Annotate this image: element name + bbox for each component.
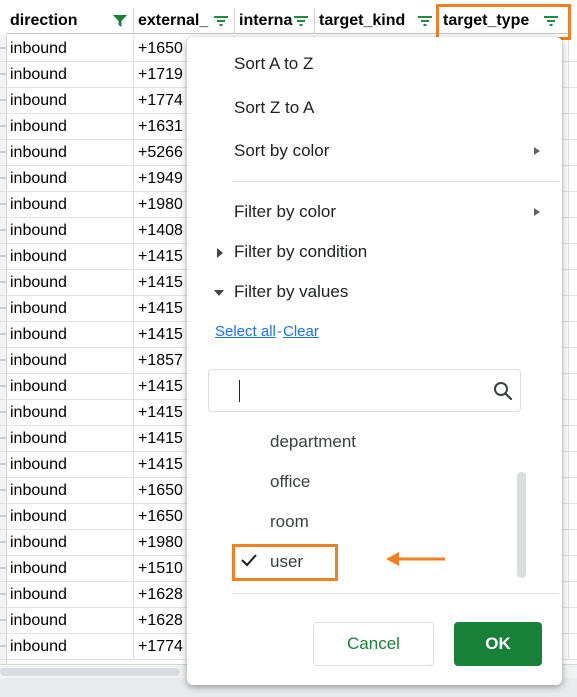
row-marker: [0, 489, 6, 491]
menu-item-sort-by-color[interactable]: Sort by color: [234, 141, 329, 161]
table-cell[interactable]: inbound: [6, 114, 134, 140]
table-cell[interactable]: inbound: [6, 556, 134, 582]
table-cell[interactable]: inbound: [6, 244, 134, 270]
scrollbar-thumb[interactable]: [0, 668, 180, 676]
menu-item-filter-by-color[interactable]: Filter by color: [234, 202, 336, 222]
menu-divider: [232, 181, 559, 182]
column-header-label: target_kind: [319, 12, 406, 29]
column-header-direction[interactable]: direction: [6, 8, 134, 34]
row-marker: [0, 359, 6, 361]
menu-divider: [232, 593, 559, 594]
row-marker: [0, 255, 6, 257]
search-icon: [494, 382, 513, 401]
table-cell[interactable]: inbound: [6, 166, 134, 192]
table-cell[interactable]: inbound: [6, 582, 134, 608]
menu-item-filter-by-values[interactable]: Filter by values: [234, 282, 348, 302]
table-cell[interactable]: inbound: [6, 608, 134, 634]
text-cursor: [239, 380, 240, 402]
row-marker: [0, 177, 6, 179]
search-input[interactable]: [208, 369, 521, 412]
row-marker: [0, 47, 6, 49]
row-marker: [0, 515, 6, 517]
chevron-right-icon: [534, 208, 540, 216]
row-marker: [0, 99, 6, 101]
table-cell[interactable]: inbound: [6, 348, 134, 374]
clear-link[interactable]: Clear: [283, 323, 319, 340]
row-marker: [0, 541, 6, 543]
triangle-down-icon[interactable]: [214, 290, 224, 296]
column-header-label: interna: [239, 12, 293, 29]
table-cell[interactable]: inbound: [6, 452, 134, 478]
row-marker: [0, 281, 6, 283]
table-cell[interactable]: inbound: [6, 504, 134, 530]
row-marker: [0, 437, 6, 439]
table-cell[interactable]: inbound: [6, 374, 134, 400]
table-cell[interactable]: inbound: [6, 270, 134, 296]
row-marker: [0, 411, 6, 413]
table-cell[interactable]: inbound: [6, 530, 134, 556]
row-marker: [0, 203, 6, 205]
table-cell[interactable]: inbound: [6, 62, 134, 88]
column-header-target-kind[interactable]: target_kind: [315, 8, 439, 34]
table-cell[interactable]: inbound: [6, 140, 134, 166]
row-marker: [0, 229, 6, 231]
filter-active-icon[interactable]: [113, 15, 127, 27]
table-cell[interactable]: inbound: [6, 192, 134, 218]
value-option-room[interactable]: room: [270, 512, 309, 532]
menu-item-filter-by-condition[interactable]: Filter by condition: [234, 242, 367, 262]
value-option-department[interactable]: department: [270, 432, 356, 452]
column-header-label: direction: [10, 12, 78, 29]
row-marker: [0, 567, 6, 569]
row-marker: [0, 645, 6, 647]
row-marker: [0, 593, 6, 595]
row-marker: [0, 333, 6, 335]
filter-menu: Sort A to Z Sort Z to A Sort by color Fi…: [187, 37, 562, 685]
column-header-label: external_: [138, 12, 209, 29]
value-option-office[interactable]: office: [270, 472, 310, 492]
triangle-right-icon[interactable]: [217, 248, 223, 258]
row-marker: [0, 125, 6, 127]
column-header-external[interactable]: external_: [134, 8, 235, 34]
table-cell[interactable]: inbound: [6, 634, 134, 660]
row-marker: [0, 619, 6, 621]
row-marker: [0, 307, 6, 309]
menu-item-sort-az[interactable]: Sort A to Z: [234, 54, 313, 74]
row-marker: [0, 73, 6, 75]
table-cell[interactable]: inbound: [6, 426, 134, 452]
select-all-link[interactable]: Select all: [215, 323, 276, 340]
chevron-right-icon: [534, 147, 540, 155]
row-marker: [0, 385, 6, 387]
table-cell[interactable]: inbound: [6, 218, 134, 244]
table-cell[interactable]: inbound: [6, 322, 134, 348]
link-separator: -: [277, 323, 282, 340]
table-cell[interactable]: inbound: [6, 88, 134, 114]
filter-icon[interactable]: [214, 15, 228, 27]
row-marker: [0, 151, 6, 153]
table-cell[interactable]: inbound: [6, 36, 134, 62]
column-header-internal[interactable]: interna: [235, 8, 315, 34]
menu-item-sort-za[interactable]: Sort Z to A: [234, 98, 314, 118]
table-cell[interactable]: inbound: [6, 478, 134, 504]
cancel-button[interactable]: Cancel: [313, 622, 434, 666]
filter-icon[interactable]: [418, 15, 432, 27]
highlight-box-header: [436, 4, 571, 40]
ok-button[interactable]: OK: [454, 622, 542, 666]
filter-icon[interactable]: [294, 15, 308, 27]
highlight-box-user: [232, 544, 338, 581]
values-list-scrollbar[interactable]: [517, 472, 526, 578]
arrow-left-icon: [386, 552, 445, 566]
row-marker: [0, 463, 6, 465]
table-cell[interactable]: inbound: [6, 400, 134, 426]
table-cell[interactable]: inbound: [6, 296, 134, 322]
